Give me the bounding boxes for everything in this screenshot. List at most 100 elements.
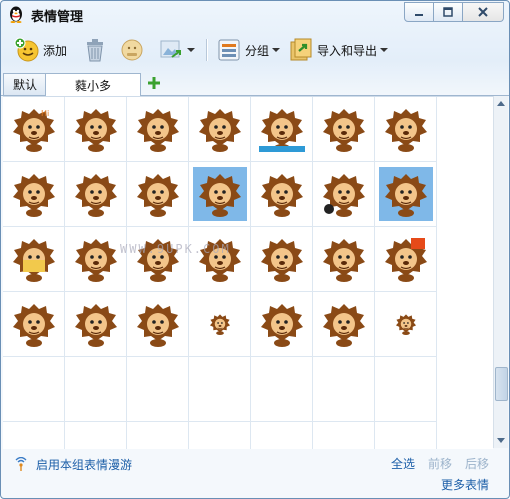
emoticon-cell[interactable]: [127, 97, 189, 162]
lion-dizzy-icon: [136, 304, 179, 347]
enable-roaming-link[interactable]: 启用本组表情漫游: [36, 456, 132, 473]
empty-cell[interactable]: [65, 357, 127, 422]
lion-ok-icon: [258, 109, 305, 152]
toolbar: 添加 分组 导入和导出: [1, 31, 509, 69]
delete-button[interactable]: [82, 35, 108, 65]
emoticon-cell[interactable]: [375, 162, 437, 227]
empty-cell[interactable]: [313, 357, 375, 422]
emoticon-cell[interactable]: [189, 97, 251, 162]
group-icon: [218, 39, 240, 61]
scroll-down-button[interactable]: [494, 434, 508, 448]
move-back-link[interactable]: 后移: [465, 455, 489, 472]
chevron-up-icon: [497, 101, 505, 106]
import-export-button[interactable]: 导入和导出: [288, 35, 389, 65]
emoticon-cell[interactable]: [3, 162, 65, 227]
emoticon-thumbnail: [317, 167, 371, 221]
select-all-link[interactable]: 全选: [391, 455, 415, 472]
emoticon-cell[interactable]: [65, 292, 127, 357]
emoticon-cell[interactable]: [127, 292, 189, 357]
emoticon-thumbnail: [193, 102, 247, 156]
window-controls: [404, 2, 504, 22]
emoticon-cell[interactable]: [189, 227, 251, 292]
emoticon-thumbnail: Hi: [7, 102, 61, 156]
lion-mirror-icon: [322, 109, 365, 152]
empty-cell[interactable]: [375, 357, 437, 422]
emoticon-cell[interactable]: [313, 292, 375, 357]
empty-cell[interactable]: [251, 422, 313, 449]
group-button[interactable]: 分组: [216, 35, 281, 65]
emoticon-cell[interactable]: [189, 162, 251, 227]
emoticon-cell[interactable]: [127, 162, 189, 227]
watermark: WWW.9UPK.COM: [120, 242, 231, 256]
emoticon-cell[interactable]: [313, 227, 375, 292]
empty-cell[interactable]: [3, 422, 65, 449]
emoticon-cell[interactable]: [65, 227, 127, 292]
lion-tsk-icon: [136, 174, 179, 217]
add-group-icon[interactable]: [146, 75, 162, 91]
emoticon-cell[interactable]: [65, 97, 127, 162]
move-forward-link[interactable]: 前移: [428, 455, 452, 472]
lion-walk-icon: [322, 304, 365, 347]
move-to-group-button[interactable]: [158, 35, 195, 65]
edit-shortcut-button[interactable]: [119, 35, 145, 65]
empty-cell[interactable]: [375, 422, 437, 449]
emoticon-thumbnail: [378, 167, 433, 221]
emoticon-cell[interactable]: [375, 292, 437, 357]
import-export-label: 导入和导出: [317, 43, 378, 58]
emoticon-thumbnail: [255, 297, 309, 351]
lion-cry-icon: [260, 174, 303, 217]
lion-fall-icon: [260, 304, 303, 347]
emoticon-cell[interactable]: [251, 97, 313, 162]
lion-guitar-icon: [12, 174, 55, 217]
maximize-button[interactable]: [434, 2, 463, 22]
qq-penguin-icon: [10, 6, 22, 23]
empty-cell[interactable]: [127, 422, 189, 449]
trash-icon: [87, 39, 103, 62]
emoticon-cell[interactable]: [313, 162, 375, 227]
empty-cell[interactable]: [251, 357, 313, 422]
emoticon-cell[interactable]: [189, 292, 251, 357]
emoticon-cell[interactable]: [375, 227, 437, 292]
empty-cell[interactable]: [127, 357, 189, 422]
emoticon-cell[interactable]: [127, 227, 189, 292]
add-button[interactable]: 添加: [14, 35, 67, 65]
emoticon-cell[interactable]: Hi: [3, 97, 65, 162]
emoticon-cell[interactable]: [3, 227, 65, 292]
emoticon-cell[interactable]: [65, 162, 127, 227]
emoticon-thumbnail: [255, 167, 309, 221]
emoticon-cell[interactable]: [251, 292, 313, 357]
empty-cell[interactable]: [3, 357, 65, 422]
minimize-icon: [415, 14, 423, 16]
lion-writing-icon: [322, 239, 365, 282]
lion-tiny-icon: [209, 314, 230, 335]
tab-ruixiaoduo[interactable]: 蕤小多: [45, 73, 141, 96]
empty-cell[interactable]: [189, 357, 251, 422]
emoticon-thumbnail: [255, 102, 309, 156]
empty-cell[interactable]: [313, 422, 375, 449]
emoticon-thumbnail: [7, 167, 61, 221]
vertical-scrollbar[interactable]: [493, 96, 508, 448]
tab-default[interactable]: 默认: [3, 73, 47, 95]
empty-cell[interactable]: [189, 422, 251, 449]
emoticon-thumbnail: [131, 232, 185, 286]
emoticon-cell[interactable]: [313, 97, 375, 162]
bottom-bar: 启用本组表情漫游 全选 前移 后移 更多表情: [1, 448, 509, 498]
emoticon-cell[interactable]: [375, 97, 437, 162]
empty-cell[interactable]: [65, 422, 127, 449]
emoticon-cell[interactable]: [3, 292, 65, 357]
close-button[interactable]: [463, 2, 504, 22]
more-emoticons-link[interactable]: 更多表情: [441, 476, 489, 493]
emoticon-cell[interactable]: [251, 227, 313, 292]
scrollbar-thumb[interactable]: [495, 367, 508, 401]
chevron-down-icon: [272, 48, 281, 52]
emoticon-grid-area: Hi WWW.9UPK.COM: [3, 96, 493, 449]
image-move-icon: [160, 40, 181, 58]
emoticon-thumbnail: [379, 102, 433, 156]
scroll-up-button[interactable]: [494, 96, 508, 110]
add-label: 添加: [43, 43, 68, 58]
emoticon-cell[interactable]: [251, 162, 313, 227]
lion-hi-icon: Hi: [12, 109, 55, 152]
edit-emoticon-icon: [121, 39, 143, 61]
minimize-button[interactable]: [404, 2, 434, 22]
emoticon-thumbnail: [131, 102, 185, 156]
